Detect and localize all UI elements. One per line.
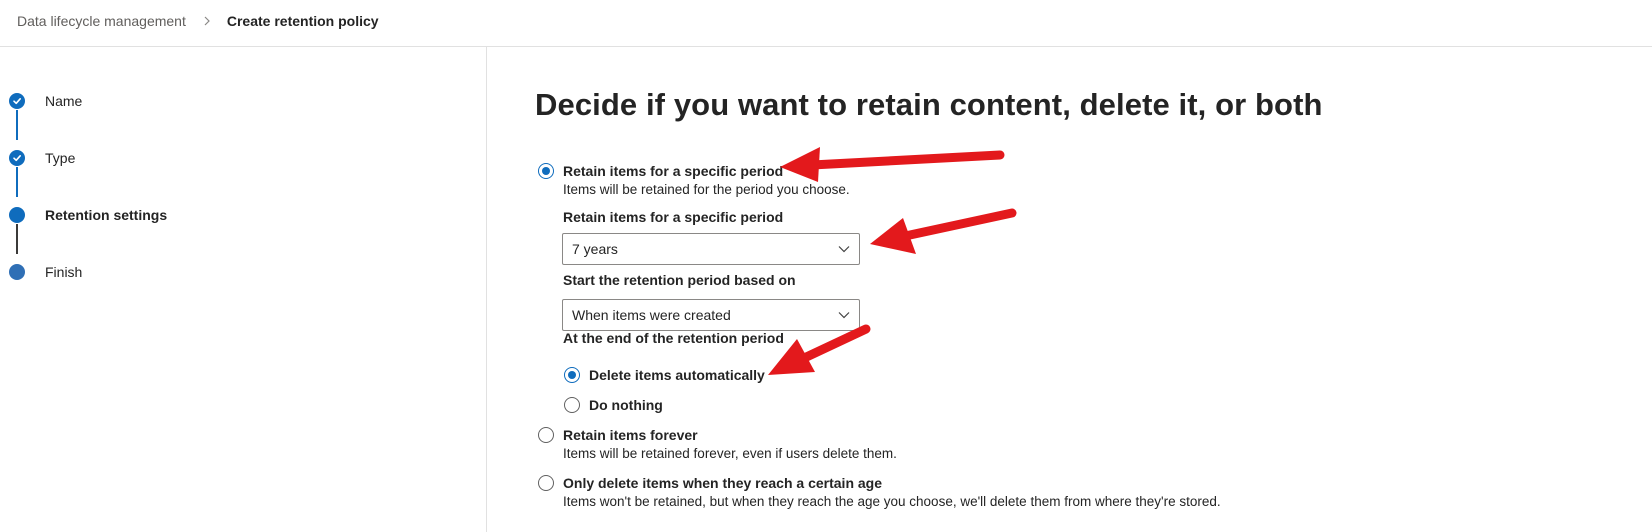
chevron-right-icon [204, 16, 210, 26]
current-step-dot-icon [9, 207, 25, 223]
step-type[interactable]: Type [9, 148, 75, 168]
upcoming-step-dot-icon [9, 264, 25, 280]
delete-only-description: Items won't be retained, but when they r… [563, 494, 1221, 509]
retain-forever-description: Items will be retained forever, even if … [563, 446, 897, 461]
top-bar: Data lifecycle management Create retenti… [0, 0, 1652, 47]
step-connector [16, 167, 18, 197]
page-title: Decide if you want to retain content, de… [535, 87, 1323, 122]
retention-period-label: Retain items for a specific period [563, 209, 784, 225]
retain-forever-label[interactable]: Retain items forever [563, 426, 698, 444]
step-label: Finish [45, 264, 83, 280]
chevron-down-icon [838, 246, 850, 253]
start-based-on-value: When items were created [572, 307, 731, 323]
chevron-down-icon [838, 312, 850, 319]
step-retention-settings[interactable]: Retention settings [9, 205, 167, 225]
start-based-on-dropdown[interactable]: When items were created [562, 299, 860, 331]
end-of-period-label: At the end of the retention period [563, 330, 784, 346]
step-name[interactable]: Name [9, 91, 82, 111]
breadcrumb-data-lifecycle-management[interactable]: Data lifecycle management [17, 11, 186, 31]
checkmark-icon [9, 150, 25, 166]
red-arrow-icon [780, 147, 1005, 182]
delete-automatically-radio[interactable] [564, 367, 580, 383]
step-label: Name [45, 93, 83, 109]
red-arrow-icon [870, 208, 1017, 254]
retention-period-dropdown[interactable]: 7 years [562, 233, 860, 265]
retain-forever-radio[interactable] [538, 427, 554, 443]
retain-specific-period-label[interactable]: Retain items for a specific period [563, 162, 783, 180]
step-connector [16, 224, 18, 254]
breadcrumb-create-retention-policy: Create retention policy [226, 13, 379, 29]
breadcrumb: Data lifecycle management Create retenti… [17, 11, 379, 31]
retention-period-value: 7 years [572, 241, 618, 257]
checkmark-icon [9, 93, 25, 109]
step-finish[interactable]: Finish [9, 262, 82, 282]
delete-only-label[interactable]: Only delete items when they reach a cert… [563, 474, 882, 492]
do-nothing-label[interactable]: Do nothing [589, 396, 663, 414]
step-label: Type [45, 150, 76, 166]
do-nothing-radio[interactable] [564, 397, 580, 413]
start-based-on-label: Start the retention period based on [563, 272, 796, 288]
delete-automatically-label[interactable]: Delete items automatically [589, 366, 765, 384]
step-connector [16, 110, 18, 140]
wizard-stepper: Name Type Retention settings Finish [0, 47, 486, 532]
retain-specific-period-description: Items will be retained for the period yo… [563, 182, 850, 197]
panel-divider [486, 47, 487, 532]
retain-specific-period-radio[interactable] [538, 163, 554, 179]
delete-only-radio[interactable] [538, 475, 554, 491]
step-label: Retention settings [45, 207, 168, 223]
